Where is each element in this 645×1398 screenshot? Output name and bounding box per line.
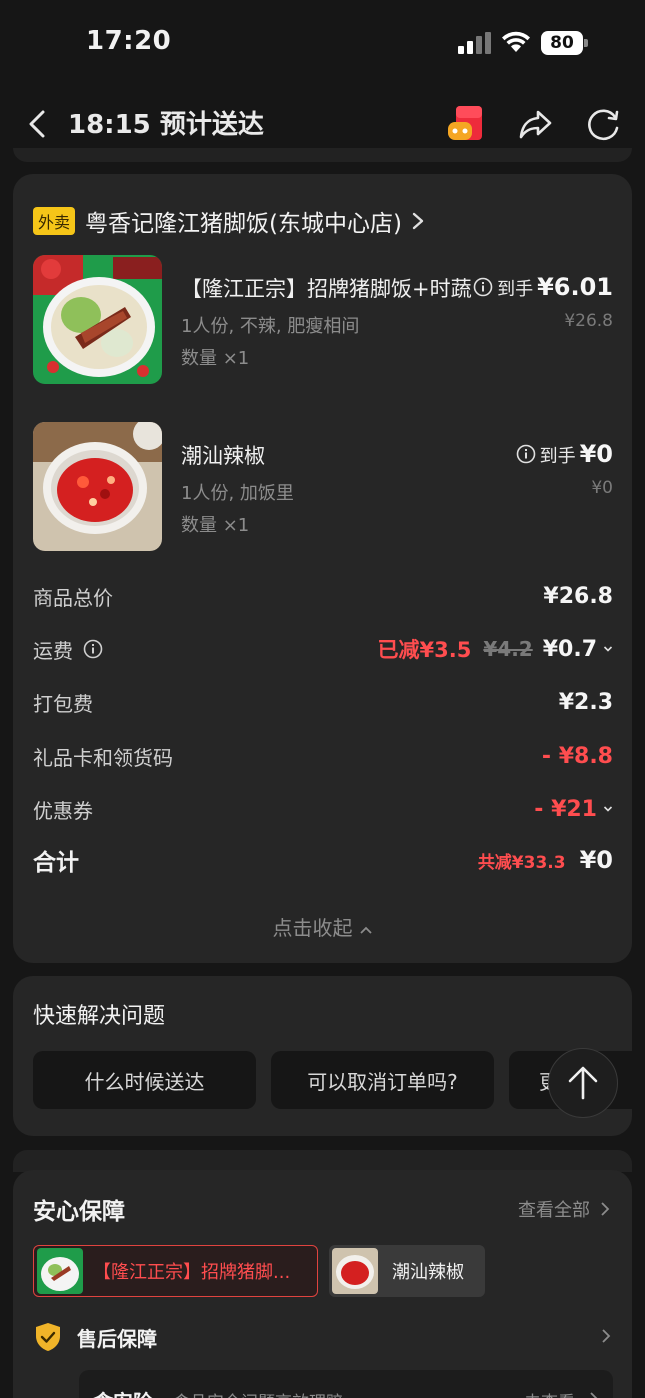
subtotal-label: 商品总价 <box>33 585 113 610</box>
page-title: 18:15 预计送达 <box>68 110 264 140</box>
card-stack-edge <box>13 1150 632 1172</box>
view-all-label: 查看全部 <box>518 1200 590 1221</box>
view-all-link[interactable]: 查看全部 <box>518 1196 610 1222</box>
chevron-right-icon <box>602 1329 611 1343</box>
item-quantity: 数量 ×1 <box>181 515 250 536</box>
battery-icon: 80 <box>541 31 589 55</box>
total-label: 合计 <box>33 850 79 876</box>
order-detail-page: 17:20 80 18:15 预计送达 外卖 粤香记隆江猪脚饭(东城中心店) 【… <box>0 0 645 1398</box>
chevron-right-icon <box>590 1392 598 1398</box>
order-item[interactable]: 潮汕辣椒 1人份, 加饭里 数量 ×1 到手 ¥0 ¥0 <box>33 422 613 552</box>
item-name: 【隆江正宗】招牌猪脚饭+时蔬 <box>181 277 472 301</box>
info-icon[interactable] <box>516 444 536 464</box>
subtotal-row: 商品总价 ¥26.8 <box>33 579 613 613</box>
giftcard-label: 礼品卡和领货码 <box>33 745 173 770</box>
status-time: 17:20 <box>86 26 172 56</box>
food-safety-title: 食安险 <box>93 1386 153 1398</box>
subtotal-value: ¥26.8 <box>543 583 613 609</box>
chevron-right-icon <box>601 1202 610 1216</box>
quick-solve-card: 快速解决问题 什么时候送达 可以取消订单吗? 更多 <box>13 976 632 1136</box>
scroll-to-top-button[interactable] <box>548 1048 618 1118</box>
original-price: ¥0 <box>591 478 613 498</box>
price-value: ¥0 <box>579 440 613 468</box>
guarantee-item-label: 潮汕辣椒 <box>392 1262 464 1283</box>
store-name: 粤香记隆江猪脚饭(东城中心店) <box>85 211 402 237</box>
takeout-tag: 外卖 <box>33 207 76 235</box>
original-price: ¥26.8 <box>564 311 613 331</box>
delivery-fee-label: 运费 <box>33 638 73 663</box>
arrow-up-icon <box>568 1066 598 1100</box>
price-value: ¥6.01 <box>537 273 613 301</box>
coupon-label: 优惠券 <box>33 798 93 823</box>
coupon-value: - ¥21 <box>534 796 597 822</box>
item-spec: 1人份, 加饭里 <box>181 483 294 504</box>
guarantee-item-label: 【隆江正宗】招牌猪脚... <box>93 1262 291 1283</box>
giftcard-value: - ¥8.8 <box>541 743 613 769</box>
price-label: 到手 <box>497 279 534 300</box>
quick-solve-title: 快速解决问题 <box>33 1004 166 1029</box>
pork-rice-thumbnail <box>37 1248 83 1294</box>
previous-card-edge <box>13 148 632 162</box>
quick-question-chip[interactable]: 可以取消订单吗? <box>271 1051 494 1109</box>
chili-sauce-image <box>33 422 162 551</box>
collapse-label: 点击收起 <box>272 916 353 940</box>
total-value: ¥0 <box>579 846 613 874</box>
packing-fee-row: 打包费 ¥2.3 <box>33 685 613 719</box>
quick-question-chip[interactable]: 什么时候送达 <box>33 1051 256 1109</box>
red-packet-icon[interactable] <box>446 104 486 144</box>
status-bar: 17:20 80 <box>0 0 645 90</box>
giftcard-row: 礼品卡和领货码 - ¥8.8 <box>33 739 613 773</box>
collapse-button[interactable]: 点击收起 <box>13 912 632 941</box>
guarantee-item-tab[interactable]: 【隆江正宗】招牌猪脚... <box>33 1245 318 1297</box>
packing-fee-label: 打包费 <box>33 691 93 716</box>
share-icon[interactable] <box>516 104 556 144</box>
order-card: 外卖 粤香记隆江猪脚饭(东城中心店) 【隆江正宗】招牌猪脚饭+时蔬 1人份, 不… <box>13 174 632 963</box>
guarantee-title: 安心保障 <box>33 1199 125 1225</box>
guarantee-card: 安心保障 查看全部 【隆江正宗】招牌猪脚... 潮汕辣椒 售后保障 <box>13 1170 632 1398</box>
chevron-down-icon <box>603 646 613 652</box>
chevron-down-icon <box>603 806 613 812</box>
delivery-original: ¥4.2 <box>483 637 533 661</box>
packing-fee-value: ¥2.3 <box>558 689 613 715</box>
chili-sauce-thumbnail <box>332 1248 378 1294</box>
info-icon[interactable] <box>473 277 493 297</box>
wifi-icon <box>502 31 530 52</box>
shield-check-icon <box>36 1323 60 1351</box>
food-safety-desc: 食品安全问题高效理赔 <box>173 1388 343 1398</box>
battery-level: 80 <box>541 31 583 55</box>
after-sales-row[interactable]: 售后保障 <box>33 1320 613 1354</box>
guarantee-item-tab[interactable]: 潮汕辣椒 <box>329 1245 485 1297</box>
delivery-fee-values: 已减¥3.5 ¥4.2 ¥0.7 <box>378 634 613 664</box>
total-row: 合计 共减¥33.3 ¥0 <box>33 843 613 877</box>
total-values: 共减¥33.3 ¥0 <box>478 846 613 874</box>
refresh-icon[interactable] <box>584 104 624 144</box>
chevron-right-icon <box>412 212 424 230</box>
order-item[interactable]: 【隆江正宗】招牌猪脚饭+时蔬 1人份, 不辣, 肥瘦相间 数量 ×1 到手 ¥6… <box>33 255 613 385</box>
item-name: 潮汕辣椒 <box>181 444 265 468</box>
delivery-reduced: 已减¥3.5 <box>377 638 472 662</box>
delivery-fee-row[interactable]: 运费 已减¥3.5 ¥4.2 ¥0.7 <box>33 632 613 666</box>
item-quantity: 数量 ×1 <box>181 348 250 369</box>
food-safety-row[interactable]: 食安险 食品安全问题高效理赔 去查看 <box>79 1370 613 1398</box>
delivery-value: ¥0.7 <box>542 636 597 662</box>
delivery-fee-label-group: 运费 <box>33 635 103 664</box>
coupon-values: - ¥21 <box>534 797 613 822</box>
back-icon[interactable] <box>22 106 54 142</box>
cellular-signal-icon <box>458 32 492 54</box>
total-saved: 共减¥33.3 <box>477 852 566 873</box>
pork-rice-image <box>33 255 162 384</box>
info-icon[interactable] <box>83 639 103 659</box>
chevron-up-icon <box>359 926 372 934</box>
item-spec: 1人份, 不辣, 肥瘦相间 <box>181 316 360 337</box>
item-price: 到手 ¥6.01 <box>473 273 613 301</box>
price-label: 到手 <box>539 446 576 467</box>
after-sales-label: 售后保障 <box>77 1326 157 1351</box>
coupon-row[interactable]: 优惠券 - ¥21 <box>33 792 613 826</box>
food-safety-action: 去查看 <box>524 1388 575 1398</box>
store-row[interactable]: 外卖 粤香记隆江猪脚饭(东城中心店) <box>33 204 426 238</box>
item-price: 到手 ¥0 <box>516 440 613 468</box>
